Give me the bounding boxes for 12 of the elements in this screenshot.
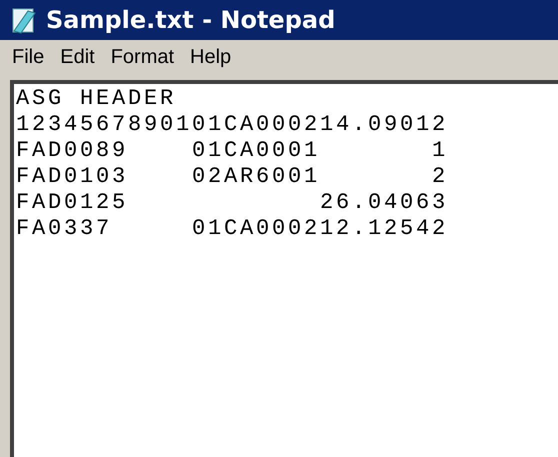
window-title: Sample.txt - Notepad — [46, 5, 336, 36]
menu-item[interactable]: File — [6, 42, 50, 72]
text-line: 1234567890101CA000214.09012 — [16, 112, 448, 138]
menu-item[interactable]: Edit — [54, 42, 101, 72]
text-line: FAD0089 01CA0001 1 — [16, 138, 448, 164]
text-line: ASG HEADER — [16, 86, 176, 112]
text-line: FAD0125 26.04063 — [16, 190, 448, 216]
menu-item[interactable]: Format — [104, 42, 180, 72]
text-line: FAD0103 02AR6001 2 — [16, 164, 448, 190]
menu-item[interactable]: Help — [184, 42, 238, 72]
text-editor[interactable]: ASG HEADER 1234567890101CA000214.09012 FAD0089 01CA0001 1 FAD0103 02AR6001 2 FAD0125 26.04063 FA0337 01CA000212.12542 — [10, 80, 558, 457]
text-line: FA0337 01CA000212.12542 — [16, 216, 448, 242]
